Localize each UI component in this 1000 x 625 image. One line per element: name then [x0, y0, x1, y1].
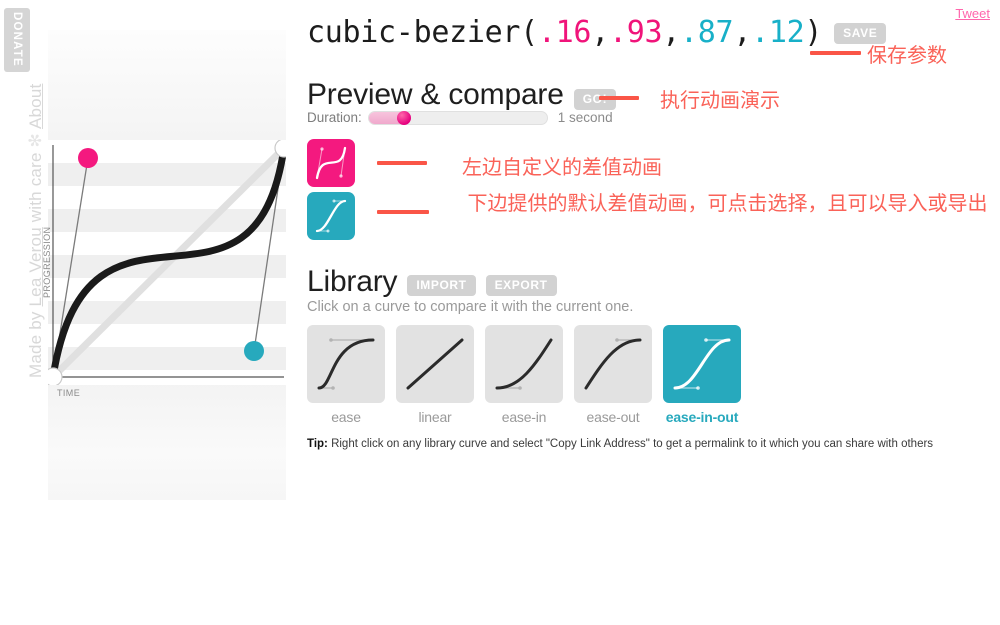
duration-row: Duration: 1 second: [307, 110, 613, 125]
library-label-ease-in-out: ease-in-out: [665, 409, 739, 425]
preview-header-row: Preview & compare GO!: [307, 78, 617, 112]
formula-x1[interactable]: .16: [538, 15, 592, 50]
formula-row: cubic-bezier(.16,.93,.87,.12) SAVE: [307, 15, 887, 50]
library-curve-ease-out-icon[interactable]: [574, 325, 652, 403]
library-label-linear: linear: [418, 409, 452, 425]
editor-top-gradient: [48, 30, 286, 140]
main-content: Tweet cubic-bezier(.16,.93,.87,.12) SAVE…: [307, 0, 1000, 625]
formula-x2[interactable]: .87: [680, 15, 734, 50]
donate-label: DONATE: [11, 12, 23, 67]
library-grid: ease linear ease-in ease-out ease-in-out: [307, 325, 741, 425]
library-item-ease-in-out[interactable]: ease-in-out: [663, 325, 741, 425]
cubic-bezier-formula[interactable]: cubic-bezier(.16,.93,.87,.12): [307, 15, 822, 50]
tweet-link[interactable]: Tweet: [955, 6, 990, 21]
sidebar: DONATE Made by Lea Verou with care ✻ Abo…: [0, 0, 45, 625]
editor-bottom-gradient: [48, 383, 286, 500]
preview-title: Preview & compare: [307, 78, 564, 111]
annotation-custom-note: 左边自定义的差值动画: [462, 155, 662, 179]
duration-value: 1 second: [557, 110, 613, 125]
library-item-ease-out[interactable]: ease-out: [574, 325, 652, 425]
library-title: Library: [307, 265, 398, 298]
formula-fn-open: cubic-bezier(: [307, 15, 538, 50]
library-subtitle: Click on a curve to compare it with the …: [307, 299, 634, 315]
y-axis-label: PROGRESSION: [42, 226, 52, 298]
library-item-ease-in[interactable]: ease-in: [485, 325, 563, 425]
bezier-graph[interactable]: TIME PROGRESSION: [42, 140, 286, 398]
library-curve-ease-in-out-icon[interactable]: [663, 325, 741, 403]
library-curve-ease-icon[interactable]: [307, 325, 385, 403]
preview-curve-custom-icon: [315, 146, 347, 180]
duration-slider[interactable]: [367, 110, 548, 125]
library-label-ease-out: ease-out: [586, 409, 640, 425]
credit-prefix: Made by: [26, 306, 45, 378]
formula-comma-3: ,: [733, 15, 752, 50]
export-button[interactable]: EXPORT: [485, 274, 557, 296]
control-point-1: [78, 148, 98, 168]
import-button[interactable]: IMPORT: [407, 274, 476, 296]
annotation-preset-note: 下边提供的默认差值动画，可点击选择，且可以导入或导出: [467, 191, 988, 215]
library-curve-linear-icon[interactable]: [396, 325, 474, 403]
library-item-linear[interactable]: linear: [396, 325, 474, 425]
preview-swatch-custom[interactable]: [307, 139, 355, 187]
bezier-graph-svg[interactable]: [48, 140, 286, 385]
library-label-ease: ease: [331, 409, 361, 425]
annotation-dash-save: [810, 51, 861, 55]
curve-editor[interactable]: TIME PROGRESSION: [42, 30, 288, 500]
about-link[interactable]: About: [26, 84, 45, 129]
formula-fn-close: ): [804, 15, 823, 50]
formula-comma-2: ,: [662, 15, 681, 50]
tip-bold: Tip:: [307, 438, 328, 450]
library-label-ease-in: ease-in: [501, 409, 547, 425]
duration-slider-knob[interactable]: [397, 110, 412, 125]
library-curve-ease-in-icon[interactable]: [485, 325, 563, 403]
annotation-go-note: 执行动画演示: [660, 88, 780, 112]
formula-y1[interactable]: .93: [609, 15, 663, 50]
formula-comma-1: ,: [591, 15, 609, 50]
x-axis-label: TIME: [57, 388, 81, 398]
preview-curve-preset-icon: [315, 199, 347, 233]
curve-start-point: [48, 367, 63, 385]
preview-swatch-preset[interactable]: [307, 192, 355, 240]
credit-middle: with care: [26, 147, 45, 228]
annotation-dash-custom: [377, 161, 427, 165]
annotation-save-note: 保存参数: [867, 43, 947, 67]
donate-button[interactable]: DONATE: [4, 8, 30, 72]
library-header-row: Library IMPORT EXPORT: [307, 265, 557, 299]
tip-text: Right click on any library curve and sel…: [327, 438, 934, 450]
control-point-2: [244, 341, 264, 361]
annotation-dash-go: [599, 96, 639, 100]
library-item-ease[interactable]: ease: [307, 325, 385, 425]
star-icon: ✻: [26, 133, 45, 148]
duration-label: Duration:: [307, 110, 362, 125]
library-tip: Tip: Right click on any library curve an…: [307, 438, 933, 450]
annotation-dash-preset: [377, 210, 429, 214]
formula-y2[interactable]: .12: [751, 15, 805, 50]
